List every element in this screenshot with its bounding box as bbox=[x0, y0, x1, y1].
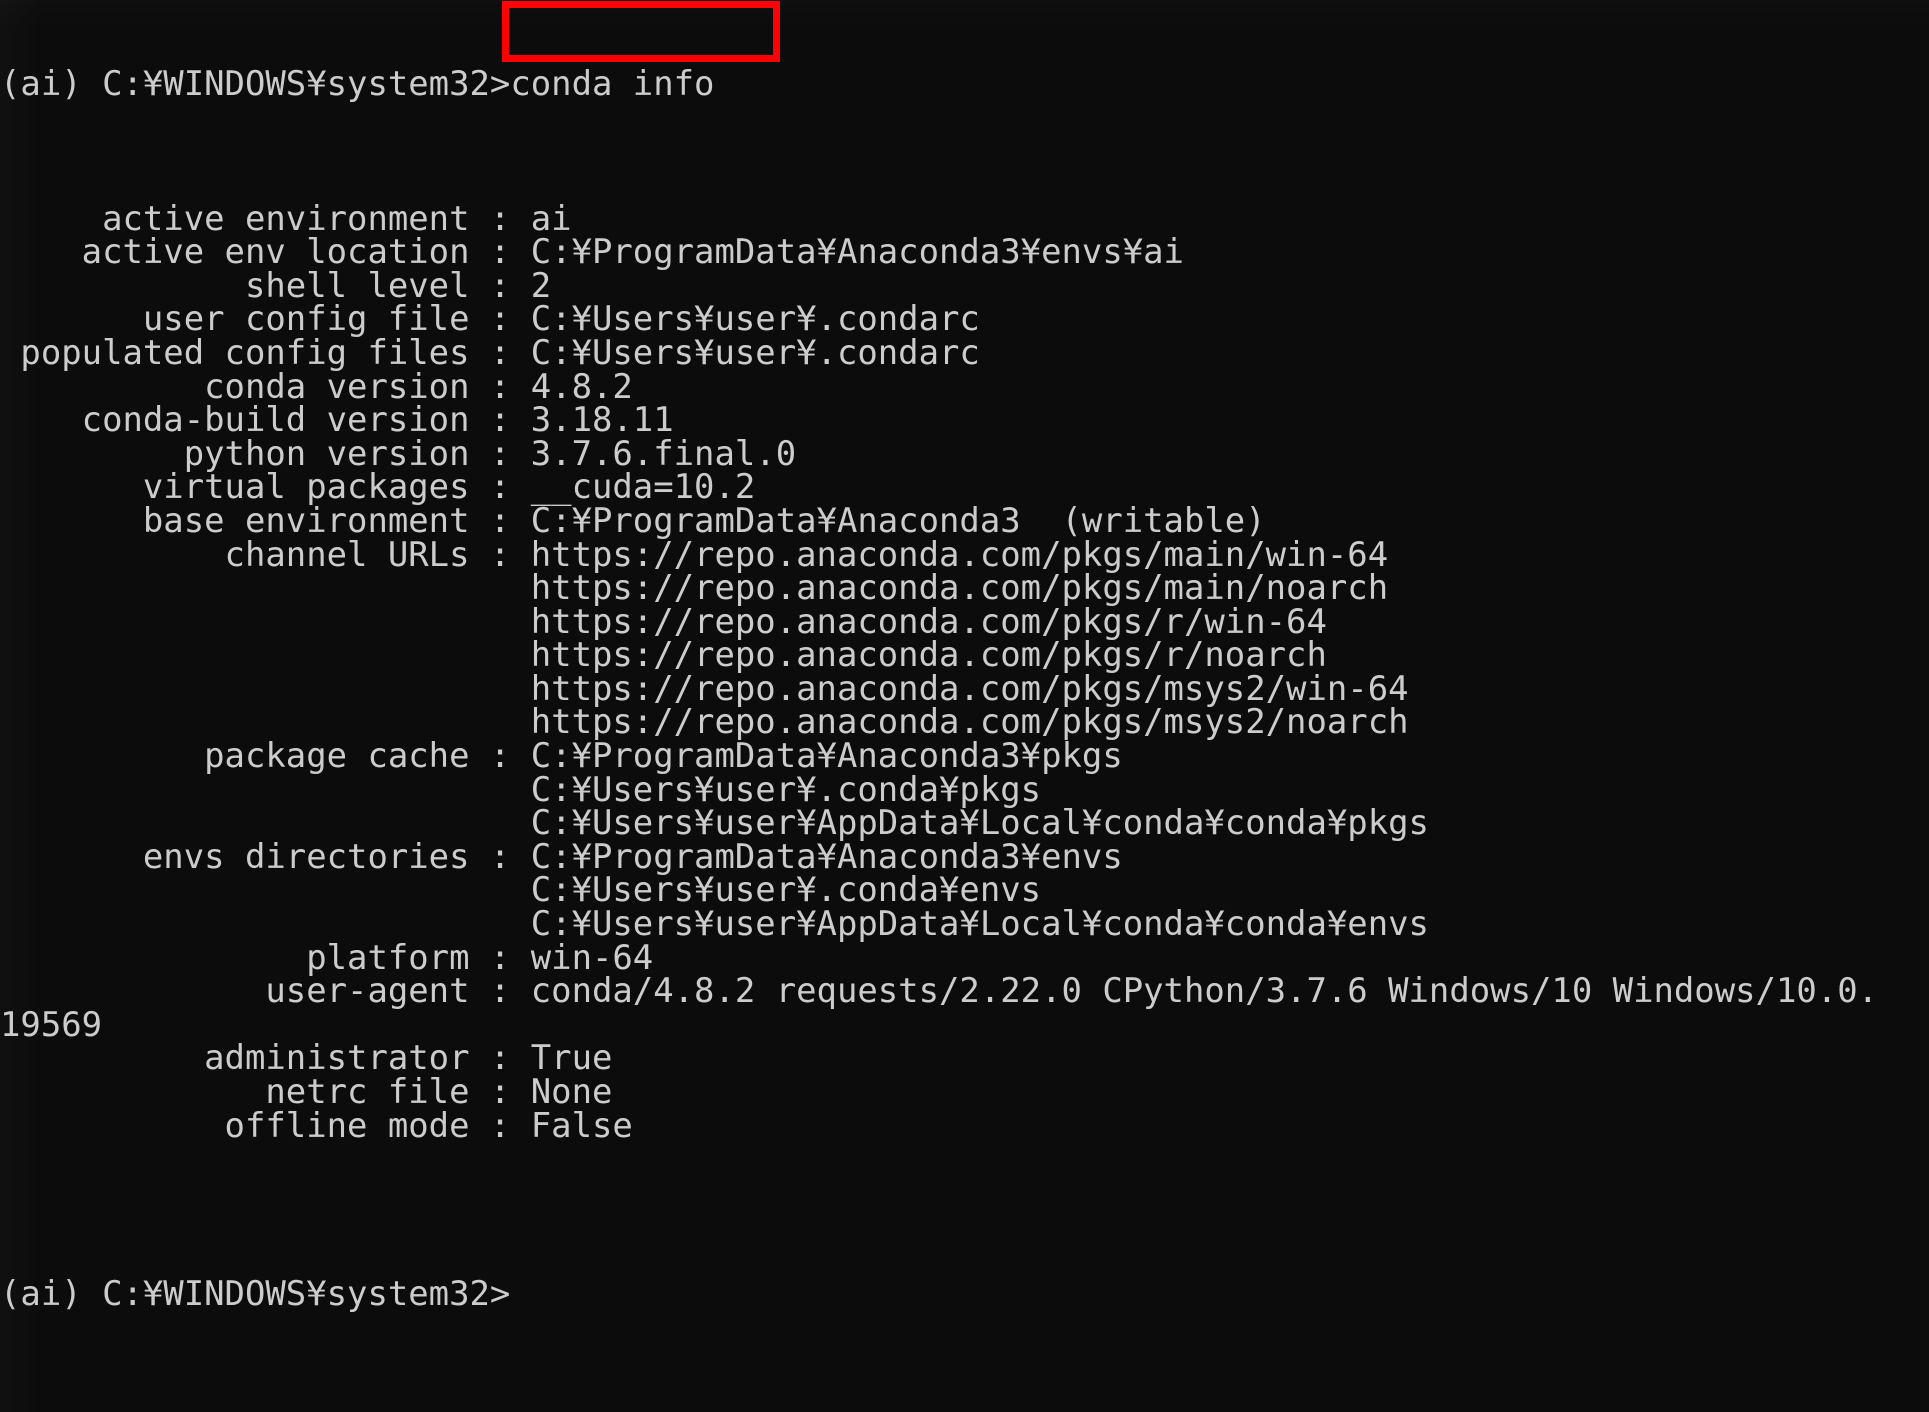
terminal-console-output[interactable]: (ai) C:¥WINDOWS¥system32>conda info acti… bbox=[0, 0, 1929, 1377]
output-line: C:¥Users¥user¥AppData¥Local¥conda¥conda¥… bbox=[0, 803, 1429, 843]
output-line: base environment : C:¥ProgramData¥Anacon… bbox=[0, 500, 1266, 540]
command-prompt-line[interactable]: (ai) C:¥WINDOWS¥system32>conda info bbox=[0, 67, 1929, 101]
output-line: python version : 3.7.6.final.0 bbox=[0, 433, 797, 473]
output-line: active env location : C:¥ProgramData¥Ana… bbox=[0, 232, 1184, 272]
conda-info-output: active environment : ai active env locat… bbox=[0, 168, 1929, 1209]
terminal-window[interactable]: (ai) C:¥WINDOWS¥system32>conda info acti… bbox=[0, 0, 1929, 1412]
output-line: C:¥Users¥user¥.conda¥pkgs bbox=[0, 769, 1042, 809]
output-line: conda-build version : 3.18.11 bbox=[0, 400, 674, 440]
output-blank-line bbox=[0, 1142, 1929, 1176]
output-line: active environment : ai bbox=[0, 198, 572, 238]
output-line: user-agent : conda/4.8.2 requests/2.22.0… bbox=[0, 971, 1879, 1011]
output-line: C:¥Users¥user¥.conda¥envs bbox=[0, 870, 1042, 910]
output-blank-line bbox=[0, 168, 1929, 202]
output-line: https://repo.anaconda.com/pkgs/r/win-64 bbox=[0, 601, 1327, 641]
output-line: offline mode : False bbox=[0, 1105, 633, 1145]
output-line: user config file : C:¥Users¥user¥.condar… bbox=[0, 299, 980, 339]
output-line: virtual packages : __cuda=10.2 bbox=[0, 467, 756, 507]
output-line: netrc file : None bbox=[0, 1072, 613, 1111]
output-line: https://repo.anaconda.com/pkgs/msys2/win… bbox=[0, 668, 1409, 708]
output-line: C:¥Users¥user¥AppData¥Local¥conda¥conda¥… bbox=[0, 904, 1429, 944]
output-line: package cache : C:¥ProgramData¥Anaconda3… bbox=[0, 736, 1123, 776]
output-line: channel URLs : https://repo.anaconda.com… bbox=[0, 534, 1389, 574]
output-line: platform : win-64 bbox=[0, 937, 654, 977]
output-line: 19569 bbox=[0, 1004, 103, 1044]
output-line: https://repo.anaconda.com/pkgs/main/noar… bbox=[0, 568, 1389, 608]
final-prompt-line[interactable]: (ai) C:¥WINDOWS¥system32> bbox=[0, 1276, 1929, 1311]
output-line: shell level : 2 bbox=[0, 265, 552, 305]
output-line: administrator : True bbox=[0, 1038, 613, 1078]
output-blank-line bbox=[0, 1176, 1929, 1210]
output-line: https://repo.anaconda.com/pkgs/r/noarch bbox=[0, 635, 1327, 675]
output-line: conda version : 4.8.2 bbox=[0, 366, 633, 406]
output-line: populated config files : C:¥Users¥user¥.… bbox=[0, 332, 980, 372]
output-line: envs directories : C:¥ProgramData¥Anacon… bbox=[0, 836, 1123, 876]
output-line: https://repo.anaconda.com/pkgs/msys2/noa… bbox=[0, 702, 1409, 742]
